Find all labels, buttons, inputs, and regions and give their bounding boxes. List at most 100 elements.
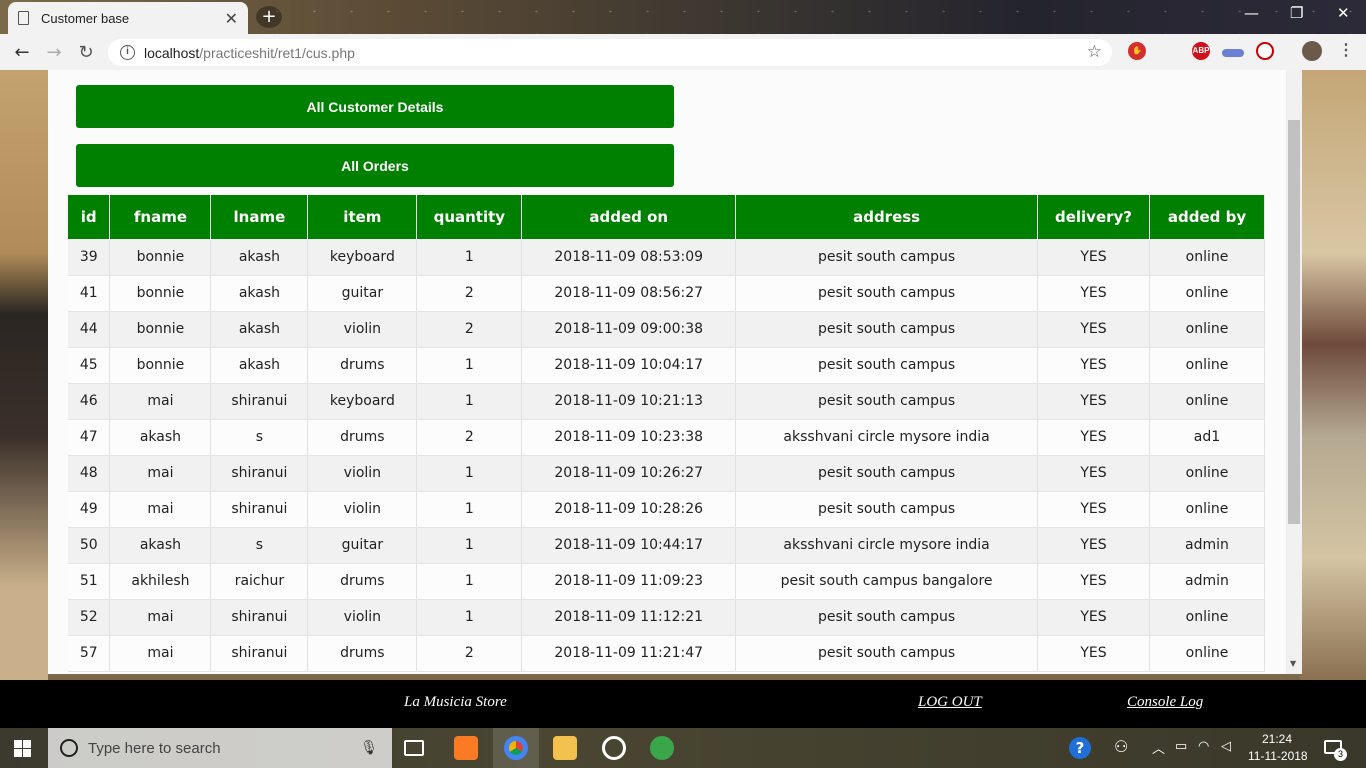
help-icon[interactable]: ? (1069, 737, 1091, 759)
cell-added-on: 2018-11-09 08:53:09 (521, 239, 737, 276)
task-view-icon[interactable] (404, 740, 424, 756)
cell-lname: s (210, 419, 309, 456)
cell-address: pesit south campus (735, 491, 1038, 528)
restore-button[interactable]: ❐ (1290, 4, 1303, 22)
people-icon[interactable]: ⚇ (1114, 737, 1128, 757)
back-arrow-icon[interactable]: ← (6, 42, 38, 63)
cell-quantity: 1 (416, 491, 523, 528)
cell-id: 51 (68, 563, 111, 600)
windows-start-icon[interactable] (14, 740, 31, 757)
table-row: 48 mai shiranui violin 1 2018-11-09 10:26:27 p… (68, 455, 1266, 492)
column-header-added-on: added on (521, 195, 737, 239)
clock-time[interactable]: 21:24 (1262, 732, 1292, 746)
volume-icon[interactable]: ◁ (1221, 738, 1231, 754)
extension-face-icon[interactable] (1256, 42, 1274, 60)
show-hidden-icons-chevron[interactable]: ︿ (1152, 738, 1165, 757)
minimize-button[interactable]: — (1244, 4, 1259, 22)
browser-tab[interactable]: Customer base ✕ (8, 2, 248, 34)
clock-date[interactable]: 11-11-2018 (1248, 749, 1308, 763)
browser-toolbar: ← → ↻ i localhost/practiceshit/ret1/cus.… (0, 34, 1366, 70)
battery-icon[interactable]: ▭ (1175, 738, 1187, 754)
bookmark-star-icon[interactable]: ☆ (1087, 42, 1102, 62)
cell-delivery: YES (1037, 635, 1150, 672)
all-orders-button[interactable]: All Orders (76, 144, 674, 187)
cell-delivery: YES (1037, 239, 1150, 276)
orders-table: id fname lname item quantity added on ad… (68, 195, 1266, 672)
cell-delivery: YES (1037, 383, 1150, 420)
cell-added-by: online (1149, 347, 1266, 384)
table-row: 49 mai shiranui violin 1 2018-11-09 10:28:26 p… (68, 491, 1266, 528)
cell-item: drums (307, 347, 418, 384)
cell-added-by: ad1 (1149, 419, 1266, 456)
taskbar-search-box[interactable]: Type here to search 🎙 (48, 728, 392, 768)
cell-added-on: 2018-11-09 10:04:17 (521, 347, 737, 384)
notification-badge: 3 (1334, 748, 1347, 761)
cell-item: guitar (307, 527, 418, 564)
cell-delivery: YES (1037, 311, 1150, 348)
cell-address: pesit south campus (735, 635, 1038, 672)
extension-stop-icon[interactable]: ✋ (1128, 42, 1146, 60)
cell-fname: mai (109, 455, 212, 492)
cell-address: pesit south campus (735, 383, 1038, 420)
background-art (0, 70, 48, 680)
table-row: 44 bonnie akash violin 2 2018-11-09 09:00:38 p… (68, 311, 1266, 348)
cell-fname: akash (109, 527, 212, 564)
cell-added-on: 2018-11-09 11:09:23 (521, 563, 737, 600)
table-row: 51 akhilesh raichur drums 1 2018-11-09 11:09:… (68, 563, 1266, 600)
browser-tab-bar: Customer base ✕ + — ❐ ✕ (0, 0, 1366, 34)
close-window-button[interactable]: ✕ (1337, 4, 1350, 22)
reload-icon[interactable]: ↻ (70, 42, 102, 63)
forward-arrow-icon[interactable]: → (38, 42, 70, 63)
microphone-icon[interactable]: 🎙 (360, 740, 378, 756)
table-row: 45 bonnie akash drums 1 2018-11-09 10:04:17 pe… (68, 347, 1266, 384)
cell-item: drums (307, 563, 418, 600)
profile-avatar[interactable] (1302, 41, 1322, 61)
all-customer-details-button[interactable]: All Customer Details (76, 85, 674, 128)
wifi-icon[interactable]: ◠ (1198, 738, 1209, 754)
tab-close-icon[interactable]: ✕ (225, 9, 238, 28)
console-log-link[interactable]: Console Log (1127, 694, 1203, 711)
cell-lname: akash (210, 347, 309, 384)
cell-fname: mai (109, 383, 212, 420)
cell-added-on: 2018-11-09 10:21:13 (521, 383, 737, 420)
cell-delivery: YES (1037, 599, 1150, 636)
cell-added-by: online (1149, 239, 1266, 276)
logout-link[interactable]: LOG OUT (918, 694, 982, 711)
cell-added-on: 2018-11-09 11:21:47 (521, 635, 737, 672)
cell-item: violin (307, 455, 418, 492)
cell-address: pesit south campus (735, 239, 1038, 276)
xampp-icon[interactable] (454, 736, 478, 760)
scroll-down-arrow-icon[interactable]: ▼ (1290, 659, 1296, 668)
file-explorer-icon[interactable] (553, 736, 577, 760)
cell-delivery: YES (1037, 455, 1150, 492)
cell-lname: shiranui (210, 455, 309, 492)
info-icon[interactable]: i (120, 45, 135, 60)
column-header-id: id (68, 195, 111, 239)
page-scrollbar[interactable]: ▼ (1286, 70, 1302, 674)
column-header-item: item (307, 195, 418, 239)
cell-quantity: 1 (416, 347, 523, 384)
media-player-icon[interactable] (602, 736, 626, 760)
footer-scroll-area (1350, 680, 1366, 728)
cell-delivery: YES (1037, 419, 1150, 456)
cell-quantity: 2 (416, 275, 523, 312)
extension-icon[interactable] (1222, 49, 1244, 57)
cell-added-by: online (1149, 275, 1266, 312)
new-tab-button[interactable]: + (256, 6, 282, 28)
chrome-icon[interactable] (504, 736, 528, 760)
cell-quantity: 1 (416, 599, 523, 636)
cell-id: 48 (68, 455, 111, 492)
scrollbar-thumb[interactable] (1288, 120, 1300, 524)
cell-address: aksshvani circle mysore india (735, 419, 1038, 456)
adblock-plus-icon[interactable]: ABP (1192, 42, 1210, 60)
cell-quantity: 1 (416, 455, 523, 492)
cell-address: pesit south campus (735, 311, 1038, 348)
cell-delivery: YES (1037, 347, 1150, 384)
address-bar[interactable]: i localhost/practiceshit/ret1/cus.php ☆ (108, 39, 1112, 66)
utorrent-icon[interactable] (650, 736, 674, 760)
cell-fname: bonnie (109, 239, 212, 276)
menu-dots-icon[interactable]: ⋮ (1338, 42, 1354, 60)
cell-id: 44 (68, 311, 111, 348)
cell-fname: bonnie (109, 311, 212, 348)
cell-quantity: 2 (416, 419, 523, 456)
